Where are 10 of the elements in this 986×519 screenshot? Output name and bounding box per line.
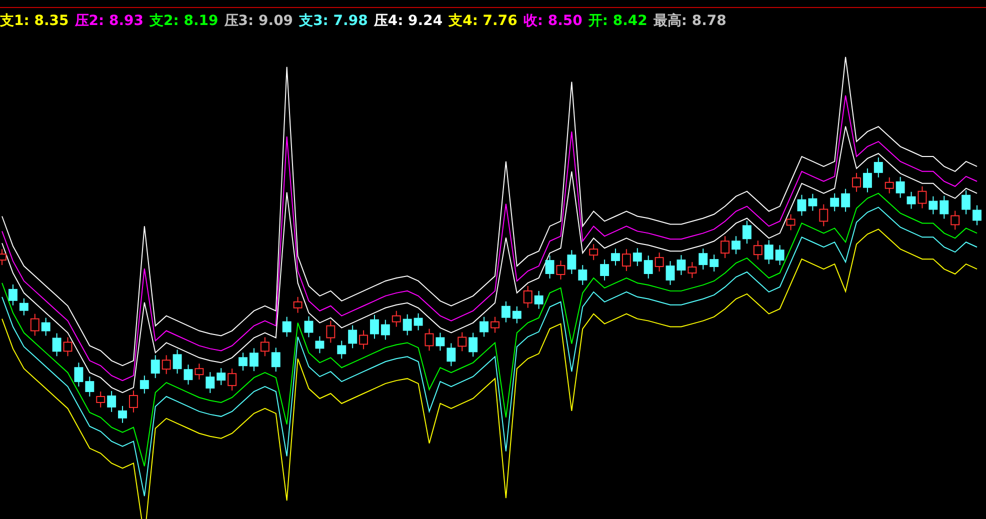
legend-reading: 压2: 8.93 [74, 12, 144, 30]
legend-reading: 支4: 7.76 [448, 12, 518, 30]
legend-reading: 支3: 7.98 [299, 12, 368, 30]
legend-reading: 压3: 9.09 [224, 12, 294, 30]
legend-reading: 最高: 8.78 [653, 12, 726, 30]
legend-reading: 开: 8.42 [588, 12, 648, 30]
legend-reading: 收: 8.50 [523, 12, 582, 30]
legend-reading: 支2: 8.19 [150, 12, 218, 30]
legend-reading: 支1: 8.35 [0, 12, 69, 30]
legend-reading: 压4: 9.24 [374, 12, 443, 30]
